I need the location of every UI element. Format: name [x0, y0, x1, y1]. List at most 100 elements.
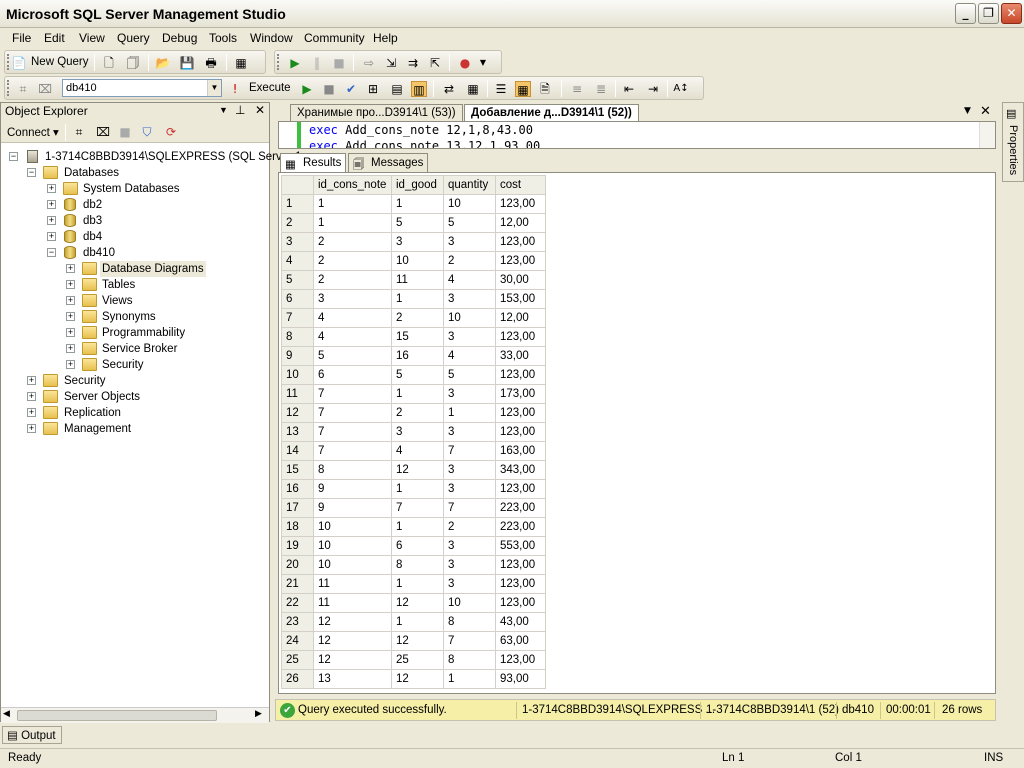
row-number[interactable]: 16 — [281, 479, 314, 499]
row-number[interactable]: 26 — [281, 669, 314, 689]
row-number[interactable]: 23 — [281, 612, 314, 632]
table-row[interactable]: 8 4 15 3 123,00 — [281, 327, 546, 347]
cell-id_good[interactable]: 6 — [391, 536, 444, 556]
cell-id_cons_note[interactable]: 3 — [313, 289, 392, 309]
scrollbar-thumb[interactable] — [17, 710, 217, 721]
expand-icon[interactable]: + — [47, 184, 56, 193]
stop-icon[interactable]: ■ — [331, 55, 347, 71]
cell-id_cons_note[interactable]: 4 — [313, 327, 392, 347]
collapse-icon[interactable]: − — [27, 168, 36, 177]
debug-run-icon[interactable]: ▶ — [299, 81, 315, 97]
expand-icon[interactable]: + — [66, 264, 75, 273]
start-debug-icon[interactable]: ▶ — [287, 55, 303, 71]
table-row[interactable]: 5 2 11 4 30,00 — [281, 270, 546, 290]
increase-indent-icon[interactable]: ⇥ — [645, 81, 661, 97]
expand-icon[interactable]: + — [27, 376, 36, 385]
cell-cost[interactable]: 30,00 — [495, 270, 546, 290]
cell-id_cons_note[interactable]: 10 — [313, 517, 392, 537]
results-to-file-icon[interactable]: 🗎 — [537, 81, 553, 97]
row-number[interactable]: 9 — [281, 346, 314, 366]
cell-id_good[interactable]: 4 — [391, 441, 444, 461]
expand-icon[interactable]: + — [66, 328, 75, 337]
cell-quantity[interactable]: 2 — [443, 251, 496, 271]
menu-debug[interactable]: Debug — [162, 31, 197, 45]
cell-quantity[interactable]: 7 — [443, 631, 496, 651]
cell-id_cons_note[interactable]: 1 — [313, 194, 392, 214]
table-row[interactable]: 22 11 12 10 123,00 — [281, 593, 546, 613]
corner-cell[interactable] — [281, 175, 314, 195]
cell-quantity[interactable]: 10 — [443, 593, 496, 613]
cell-id_good[interactable]: 12 — [391, 460, 444, 480]
add-item-icon[interactable]: 🗍 — [125, 55, 141, 71]
toolbar-grip[interactable] — [7, 54, 10, 70]
cell-quantity[interactable]: 3 — [443, 536, 496, 556]
cell-quantity[interactable]: 8 — [443, 612, 496, 632]
tab-stored-procedures[interactable]: Хранимые про...D3914\1 (53)) — [290, 104, 463, 122]
cell-cost[interactable]: 123,00 — [495, 232, 546, 252]
expand-icon[interactable]: + — [66, 344, 75, 353]
cell-id_cons_note[interactable]: 11 — [313, 574, 392, 594]
row-number[interactable]: 20 — [281, 555, 314, 575]
cell-id_good[interactable]: 2 — [391, 403, 444, 423]
table-row[interactable]: 2 1 5 5 12,00 — [281, 213, 546, 233]
decrease-indent-icon[interactable]: ⇤ — [621, 81, 637, 97]
table-row[interactable]: 11 7 1 3 173,00 — [281, 384, 546, 404]
results-grid[interactable]: id_cons_note id_good quantity cost 1 1 1 10… — [278, 172, 996, 694]
expand-icon[interactable]: + — [27, 392, 36, 401]
cell-id_cons_note[interactable]: 4 — [313, 308, 392, 328]
client-stats-icon[interactable]: ▦ — [465, 81, 481, 97]
table-row[interactable]: 17 9 7 7 223,00 — [281, 498, 546, 518]
open-folder-icon[interactable]: 📂 — [155, 55, 171, 71]
cell-quantity[interactable]: 3 — [443, 574, 496, 594]
row-number[interactable]: 2 — [281, 213, 314, 233]
cell-quantity[interactable]: 8 — [443, 650, 496, 670]
print-icon[interactable]: 🖶 — [203, 55, 219, 71]
cell-id_good[interactable]: 1 — [391, 574, 444, 594]
cell-cost[interactable]: 123,00 — [495, 479, 546, 499]
cell-id_cons_note[interactable]: 10 — [313, 555, 392, 575]
cell-cost[interactable]: 153,00 — [495, 289, 546, 309]
estimated-plan-icon[interactable]: ⊞ — [365, 81, 381, 97]
collapse-icon[interactable]: − — [9, 152, 18, 161]
cell-id_good[interactable]: 11 — [391, 270, 444, 290]
cell-cost[interactable]: 343,00 — [495, 460, 546, 480]
chevron-down-icon[interactable]: ▼ — [207, 80, 221, 96]
row-number[interactable]: 11 — [281, 384, 314, 404]
scroll-left-icon[interactable]: ◀ — [3, 709, 10, 719]
cell-id_good[interactable]: 5 — [391, 365, 444, 385]
pin-icon[interactable]: ⊥ — [235, 103, 245, 117]
intellisense-icon[interactable]: ▥ — [411, 81, 427, 97]
column-header[interactable]: quantity — [443, 175, 496, 195]
cell-cost[interactable]: 123,00 — [495, 593, 546, 613]
column-header[interactable]: id_cons_note — [313, 175, 392, 195]
close-icon[interactable]: ✕ — [255, 103, 265, 117]
cell-quantity[interactable]: 4 — [443, 270, 496, 290]
row-number[interactable]: 17 — [281, 498, 314, 518]
row-number[interactable]: 4 — [281, 251, 314, 271]
step-into-icon[interactable]: ⇲ — [383, 55, 399, 71]
cell-id_cons_note[interactable]: 2 — [313, 270, 392, 290]
cell-quantity[interactable]: 1 — [443, 669, 496, 689]
cell-quantity[interactable]: 5 — [443, 213, 496, 233]
cell-id_good[interactable]: 1 — [391, 479, 444, 499]
save-icon[interactable]: 💾 — [179, 55, 195, 71]
cell-cost[interactable]: 123,00 — [495, 365, 546, 385]
comment-icon[interactable]: ≡ — [569, 81, 585, 97]
row-number[interactable]: 14 — [281, 441, 314, 461]
table-row[interactable]: 18 10 1 2 223,00 — [281, 517, 546, 537]
table-row[interactable]: 4 2 10 2 123,00 — [281, 251, 546, 271]
cell-id_cons_note[interactable]: 12 — [313, 650, 392, 670]
table-row[interactable]: 13 7 3 3 123,00 — [281, 422, 546, 442]
table-row[interactable]: 24 12 12 7 63,00 — [281, 631, 546, 651]
table-row[interactable]: 19 10 6 3 553,00 — [281, 536, 546, 556]
cell-quantity[interactable]: 3 — [443, 289, 496, 309]
cell-id_good[interactable]: 1 — [391, 517, 444, 537]
connect-button[interactable]: Connect ▾ — [7, 125, 59, 139]
table-row[interactable]: 14 7 4 7 163,00 — [281, 441, 546, 461]
cell-id_good[interactable]: 2 — [391, 308, 444, 328]
cell-cost[interactable]: 553,00 — [495, 536, 546, 556]
cell-quantity[interactable]: 3 — [443, 232, 496, 252]
row-number[interactable]: 25 — [281, 650, 314, 670]
cell-cost[interactable]: 123,00 — [495, 403, 546, 423]
table-row[interactable]: 6 3 1 3 153,00 — [281, 289, 546, 309]
